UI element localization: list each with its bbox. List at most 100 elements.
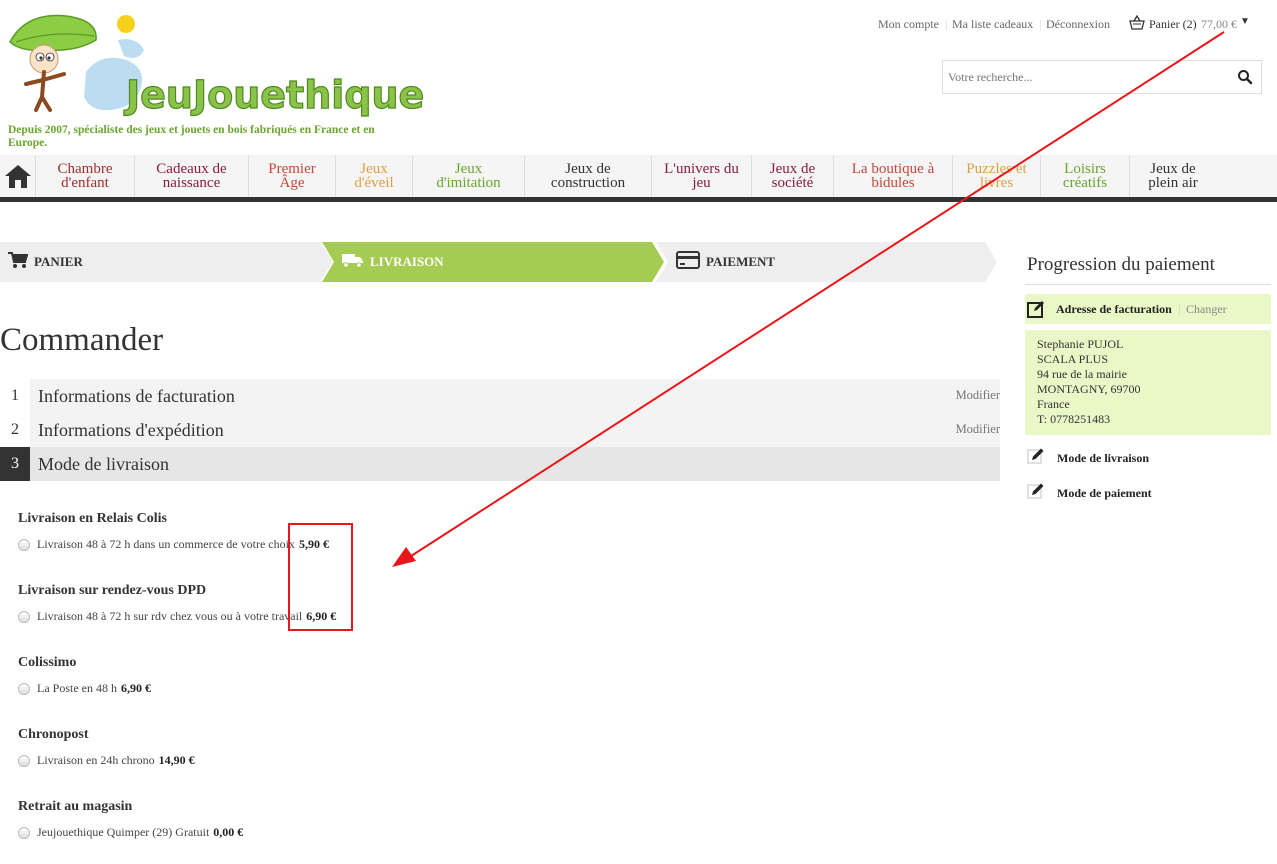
nav-label: Jeux d'imitation bbox=[436, 161, 501, 191]
shipping-method-title: Livraison en Relais Colis bbox=[18, 511, 167, 526]
section-label: Informations de facturation bbox=[38, 386, 235, 406]
account-links: Mon compte | Ma liste cadeaux | Déconnex… bbox=[857, 14, 1277, 35]
option-label: Livraison en 24h chrono bbox=[37, 753, 155, 767]
cart-link[interactable]: Panier (2) bbox=[1149, 17, 1197, 32]
delivery-mode-label: Mode de livraison bbox=[1057, 450, 1149, 465]
shipping-method-title: Retrait au magasin bbox=[18, 799, 133, 814]
search-box bbox=[942, 60, 1262, 94]
payment-mode-item: Mode de paiement bbox=[1027, 482, 1152, 504]
main-navigation: Chambre d'enfant Cadeaux de naissance Prem… bbox=[0, 155, 1277, 202]
option-price: 0,00 € bbox=[213, 825, 244, 839]
home-icon[interactable] bbox=[0, 155, 36, 197]
logo-wordmark: JeuJouethique bbox=[123, 73, 424, 117]
nav-item-puzzles[interactable]: Puzzles et livres bbox=[953, 155, 1041, 197]
step-payment[interactable]: PAIEMENT bbox=[676, 242, 775, 282]
modify-link[interactable]: Modifier bbox=[956, 388, 1000, 403]
section-number: 2 bbox=[0, 413, 30, 447]
search-input[interactable] bbox=[943, 61, 1229, 93]
caret-down-icon[interactable]: ▼ bbox=[1240, 16, 1250, 27]
nav-label: Puzzles et livres bbox=[966, 161, 1027, 191]
page-title: Commander bbox=[0, 322, 164, 358]
nav-item-imitation[interactable]: Jeux d'imitation bbox=[413, 155, 525, 197]
option-price: 6,90 € bbox=[306, 609, 337, 623]
shipping-option[interactable]: Jeujouethique Quimper (29) Gratuit 0,00 … bbox=[18, 825, 243, 840]
cart-icon bbox=[8, 251, 29, 273]
nav-item-loisirs[interactable]: Loisirs créatifs bbox=[1041, 155, 1130, 197]
nav-label: Jeux de construction bbox=[550, 161, 626, 191]
checkout-steps: PANIER LIVRAISON PAIEMENT bbox=[0, 242, 1000, 282]
nav-item-univers-jeu[interactable]: L'univers du jeu bbox=[652, 155, 752, 197]
section-number: 1 bbox=[0, 379, 30, 413]
shipping-option[interactable]: Livraison 48 à 72 h sur rdv chez vous ou… bbox=[18, 609, 336, 624]
separator: | bbox=[1178, 302, 1181, 316]
nav-label: Jeux de société bbox=[769, 161, 816, 191]
modify-link[interactable]: Modifier bbox=[956, 422, 1000, 437]
nav-label: Chambre d'enfant bbox=[57, 161, 113, 191]
radio-button[interactable] bbox=[18, 682, 30, 695]
nav-label: Premier Âge bbox=[268, 161, 316, 191]
step-delivery[interactable]: LIVRAISON bbox=[342, 242, 444, 282]
section-billing[interactable]: 1 Informations de facturation Modifier bbox=[0, 379, 1000, 413]
option-label: Jeujouethique Quimper (29) Gratuit bbox=[37, 825, 210, 839]
change-link[interactable]: Changer bbox=[1186, 302, 1227, 317]
annotation-arrow-head bbox=[392, 547, 416, 567]
wishlist-link[interactable]: Ma liste cadeaux bbox=[952, 17, 1033, 32]
nav-item-cadeaux[interactable]: Cadeaux de naissance bbox=[135, 155, 249, 197]
shipping-option[interactable]: Livraison en 24h chrono 14,90 € bbox=[18, 753, 195, 768]
option-label: Livraison 48 à 72 h sur rdv chez vous ou… bbox=[37, 609, 303, 623]
shipping-method-title: Livraison sur rendez-vous DPD bbox=[18, 583, 207, 598]
radio-button[interactable] bbox=[18, 826, 30, 839]
nav-label: Jeux de plein air bbox=[1148, 161, 1198, 191]
truck-icon bbox=[342, 252, 364, 272]
nav-label: Loisirs créatifs bbox=[1062, 161, 1108, 191]
divider bbox=[1025, 284, 1271, 285]
radio-button[interactable] bbox=[18, 754, 30, 767]
basket-icon[interactable] bbox=[1129, 14, 1145, 35]
step-label: LIVRAISON bbox=[370, 254, 444, 269]
shipping-option[interactable]: La Poste en 48 h 6,90 € bbox=[18, 681, 151, 696]
nav-item-plein-air[interactable]: Jeux de plein air bbox=[1130, 155, 1216, 197]
shipping-option[interactable]: Livraison 48 à 72 h dans un commerce de … bbox=[18, 537, 329, 552]
address-line: MONTAGNY, 69700 bbox=[1037, 382, 1141, 396]
section-number: 3 bbox=[0, 447, 30, 481]
nav-item-premier-age[interactable]: Premier Âge bbox=[249, 155, 336, 197]
nav-item-chambre[interactable]: Chambre d'enfant bbox=[36, 155, 135, 197]
billing-address: Stephanie PUJOL SCALA PLUS 94 rue de la … bbox=[1025, 330, 1271, 435]
pencil-icon bbox=[1027, 482, 1045, 504]
radio-button[interactable] bbox=[18, 538, 30, 551]
address-line: Stephanie PUJOL bbox=[1037, 337, 1124, 351]
my-account-link[interactable]: Mon compte bbox=[878, 17, 939, 32]
section-label: Mode de livraison bbox=[38, 454, 169, 474]
site-tagline: Depuis 2007, spécialiste des jeux et jou… bbox=[8, 124, 375, 149]
option-label: La Poste en 48 h bbox=[37, 681, 117, 695]
shipping-method-title: Colissimo bbox=[18, 655, 77, 670]
section-delivery-mode[interactable]: 3 Mode de livraison bbox=[0, 447, 1000, 481]
pencil-icon bbox=[1027, 447, 1045, 469]
option-price: 5,90 € bbox=[298, 537, 329, 551]
nav-label: La boutique à bidules bbox=[851, 161, 935, 191]
shipping-method-title: Chronopost bbox=[18, 727, 89, 742]
steps-background bbox=[0, 242, 997, 282]
step-label: PAIEMENT bbox=[706, 254, 776, 269]
step-label: PANIER bbox=[34, 254, 83, 269]
radio-button[interactable] bbox=[18, 610, 30, 623]
address-line: 94 rue de la mairie bbox=[1037, 367, 1127, 381]
option-label: Livraison 48 à 72 h dans un commerce de … bbox=[37, 537, 295, 551]
nav-label: L'univers du jeu bbox=[664, 161, 739, 191]
logout-link[interactable]: Déconnexion bbox=[1046, 17, 1110, 32]
delivery-mode-item: Mode de livraison bbox=[1027, 447, 1149, 469]
nav-item-construction[interactable]: Jeux de construction bbox=[525, 155, 652, 197]
step-cart[interactable]: PANIER bbox=[8, 242, 83, 282]
cart-total[interactable]: 77,00 € bbox=[1201, 17, 1237, 32]
address-line: T: 0778251483 bbox=[1037, 412, 1111, 426]
nav-item-societe[interactable]: Jeux de société bbox=[752, 155, 834, 197]
option-price: 14,90 € bbox=[158, 753, 195, 767]
search-icon[interactable] bbox=[1237, 69, 1253, 85]
progress-title: Progression du paiement bbox=[1027, 254, 1215, 275]
nav-item-bidules[interactable]: La boutique à bidules bbox=[834, 155, 953, 197]
site-logo[interactable]: JeuJouethique bbox=[6, 12, 426, 132]
billing-address-label: Adresse de facturation bbox=[1056, 302, 1172, 316]
address-line: France bbox=[1037, 397, 1070, 411]
nav-item-eveil[interactable]: Jeux d'éveil bbox=[336, 155, 413, 197]
section-shipping-info[interactable]: 2 Informations d'expédition Modifier bbox=[0, 413, 1000, 447]
